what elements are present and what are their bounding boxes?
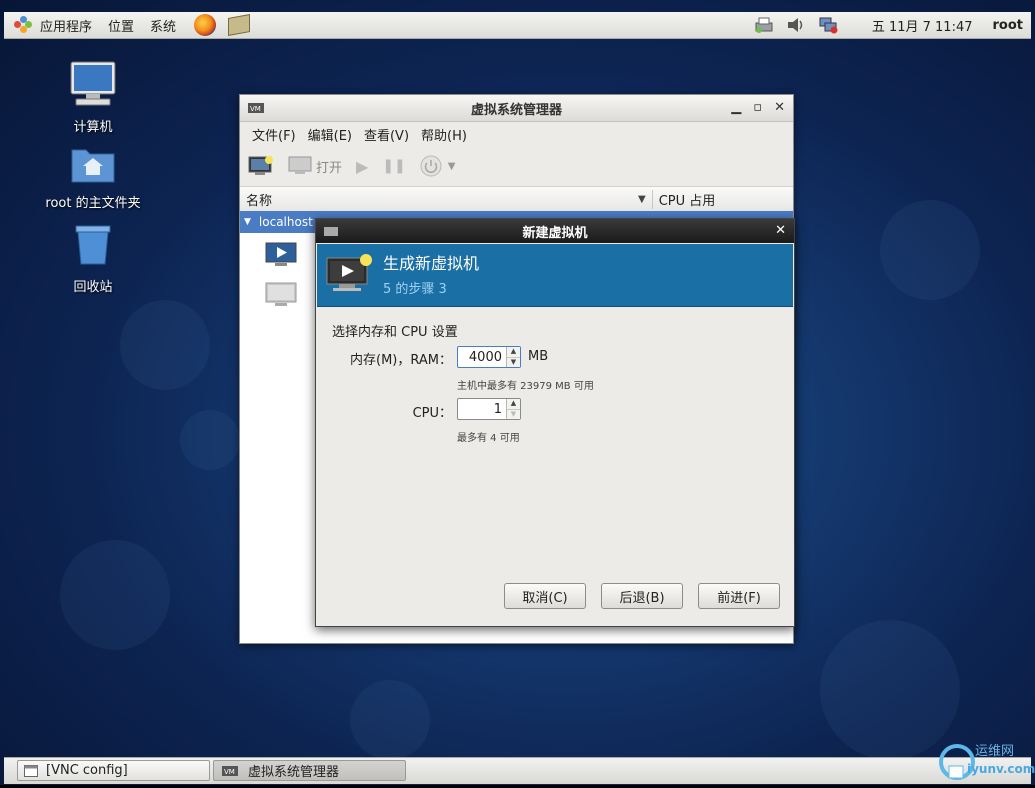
background-bokeh: [180, 410, 240, 470]
svg-text:VM: VM: [224, 768, 235, 776]
vm-stopped-icon[interactable]: [265, 282, 297, 308]
desktop-icon-label: 回收站: [73, 280, 113, 295]
watermark-text: 运维网: [975, 744, 1015, 759]
section-label: 选择内存和 CPU 设置: [332, 325, 458, 340]
new-vm-banner-icon: [326, 254, 372, 291]
menu-edit[interactable]: 编辑(E): [302, 125, 358, 144]
power-icon[interactable]: [420, 155, 442, 177]
menu-view[interactable]: 查看(V): [358, 125, 415, 144]
dialog-title: 新建虚拟机: [522, 225, 588, 241]
cpu-spinbox[interactable]: 1 ▲ ▼: [457, 398, 521, 420]
memory-label: 内存(M)，RAM：: [350, 353, 452, 368]
decrement-icon[interactable]: ▼: [507, 408, 520, 420]
printer-status-icon[interactable]: [754, 16, 774, 34]
minimize-icon[interactable]: ▁: [731, 100, 741, 115]
vmm-app-icon: VM: [222, 765, 238, 776]
menu-file[interactable]: 文件(F): [246, 125, 302, 144]
vmm-toolbar: 打开 ▶ ❚❚ ▼: [240, 146, 793, 187]
column-cpu[interactable]: CPU 占用: [651, 189, 715, 209]
desktop-icon-label: 计算机: [73, 120, 113, 135]
new-vm-dialog: 新建虚拟机 ✕ 生成新虚拟机 5 的步骤 3 选择内存和 CPU 设置 内存(M…: [315, 218, 795, 627]
desktop-icon-computer[interactable]: 计算机: [43, 60, 143, 135]
window-controls: ▁ ▫ ✕: [731, 100, 785, 115]
computer-icon: [70, 61, 116, 106]
bottom-panel: [VNC config] VM 虚拟系统管理器: [4, 757, 1031, 784]
dialog-titlebar[interactable]: 新建虚拟机 ✕: [316, 219, 794, 243]
host-name: localhost: [258, 215, 313, 229]
task-vnc-config[interactable]: [VNC config]: [17, 760, 210, 781]
column-name[interactable]: 名称: [240, 190, 638, 209]
menu-help[interactable]: 帮助(H): [415, 125, 473, 144]
desktop-icon-label: root 的主文件夹: [45, 196, 141, 211]
increment-icon[interactable]: ▲: [507, 347, 520, 357]
memory-spinbox[interactable]: 4000 ▲ ▼: [457, 346, 521, 368]
user-menu[interactable]: root: [993, 18, 1024, 33]
memory-hint: 主机中最多有 23979 MB 可用: [457, 381, 594, 392]
vmm-title: 虚拟系统管理器: [470, 102, 562, 118]
menu-applications[interactable]: 应用程序: [32, 16, 100, 35]
system-tray: 五 11月 7 11:47 root: [748, 12, 1031, 38]
open-button[interactable]: 打开: [288, 156, 342, 176]
watermark-subtext: iyunv.com: [967, 762, 1035, 776]
memory-stepper: ▲ ▼: [506, 347, 520, 367]
pause-icon[interactable]: ❚❚: [382, 158, 405, 174]
desktop-icon-trash[interactable]: 回收站: [43, 222, 143, 295]
vmm-menubar: 文件(F) 编辑(E) 查看(V) 帮助(H): [240, 122, 793, 146]
desktop-icon-home[interactable]: root 的主文件夹: [43, 144, 143, 211]
forward-button[interactable]: 前进(F): [698, 583, 780, 609]
firefox-icon[interactable]: [194, 14, 217, 36]
task-label: [VNC config]: [46, 763, 128, 778]
menu-places[interactable]: 位置: [100, 16, 142, 35]
clock[interactable]: 五 11月 7 11:47: [872, 16, 973, 35]
dialog-banner: 生成新虚拟机 5 的步骤 3: [317, 244, 793, 307]
watermark: 运维网 iyunv.com: [937, 738, 1035, 784]
sort-chevron-icon[interactable]: ▼: [638, 194, 646, 205]
vm-list-header: 名称 ▼ CPU 占用: [240, 187, 793, 212]
gnome-foot-icon[interactable]: [14, 16, 32, 34]
volume-icon[interactable]: [786, 16, 806, 34]
background-bokeh: [880, 200, 980, 300]
run-icon[interactable]: ▶: [356, 157, 368, 176]
decrement-icon[interactable]: ▼: [507, 356, 520, 368]
open-button-label: 打开: [316, 160, 343, 176]
network-disconnected-icon[interactable]: [818, 16, 838, 34]
memory-value[interactable]: 4000: [458, 350, 506, 365]
chevron-down-icon[interactable]: ▼: [448, 161, 456, 172]
monitor-icon: [288, 156, 312, 174]
menu-system[interactable]: 系统: [142, 16, 184, 35]
memory-unit: MB: [528, 349, 549, 364]
back-button[interactable]: 后退(B): [601, 583, 683, 609]
top-menu: 应用程序 位置 系统: [4, 12, 251, 38]
expander-icon[interactable]: ▼: [244, 217, 251, 227]
cpu-label: CPU：: [412, 406, 452, 421]
cpu-stepper: ▲ ▼: [506, 399, 520, 419]
banner-step: 5 的步骤 3: [383, 282, 447, 297]
new-vm-icon[interactable]: [248, 155, 274, 177]
trash-icon: [75, 225, 111, 265]
task-vmm[interactable]: VM 虚拟系统管理器: [213, 760, 406, 781]
background-bokeh: [350, 680, 430, 760]
background-bokeh: [60, 540, 170, 650]
vmm-titlebar[interactable]: VM 虚拟系统管理器 ▁ ▫ ✕: [240, 95, 793, 122]
home-folder-icon: [71, 149, 115, 183]
cancel-button[interactable]: 取消(C): [504, 583, 586, 609]
increment-icon[interactable]: ▲: [507, 399, 520, 409]
dialog-close-icon[interactable]: ✕: [775, 223, 786, 238]
cpu-value[interactable]: 1: [458, 402, 506, 417]
window-icon: [24, 764, 38, 777]
cpu-hint: 最多有 4 可用: [457, 433, 520, 444]
background-bokeh: [120, 300, 210, 390]
top-panel: 应用程序 位置 系统 五 11月 7 11:47 root: [4, 12, 1031, 39]
maximize-icon[interactable]: ▫: [753, 100, 762, 115]
task-label: 虚拟系统管理器: [248, 765, 340, 780]
mail-client-icon[interactable]: [228, 14, 251, 36]
vm-running-icon[interactable]: [265, 242, 297, 268]
banner-title: 生成新虚拟机: [383, 254, 480, 273]
close-icon[interactable]: ✕: [774, 100, 785, 115]
